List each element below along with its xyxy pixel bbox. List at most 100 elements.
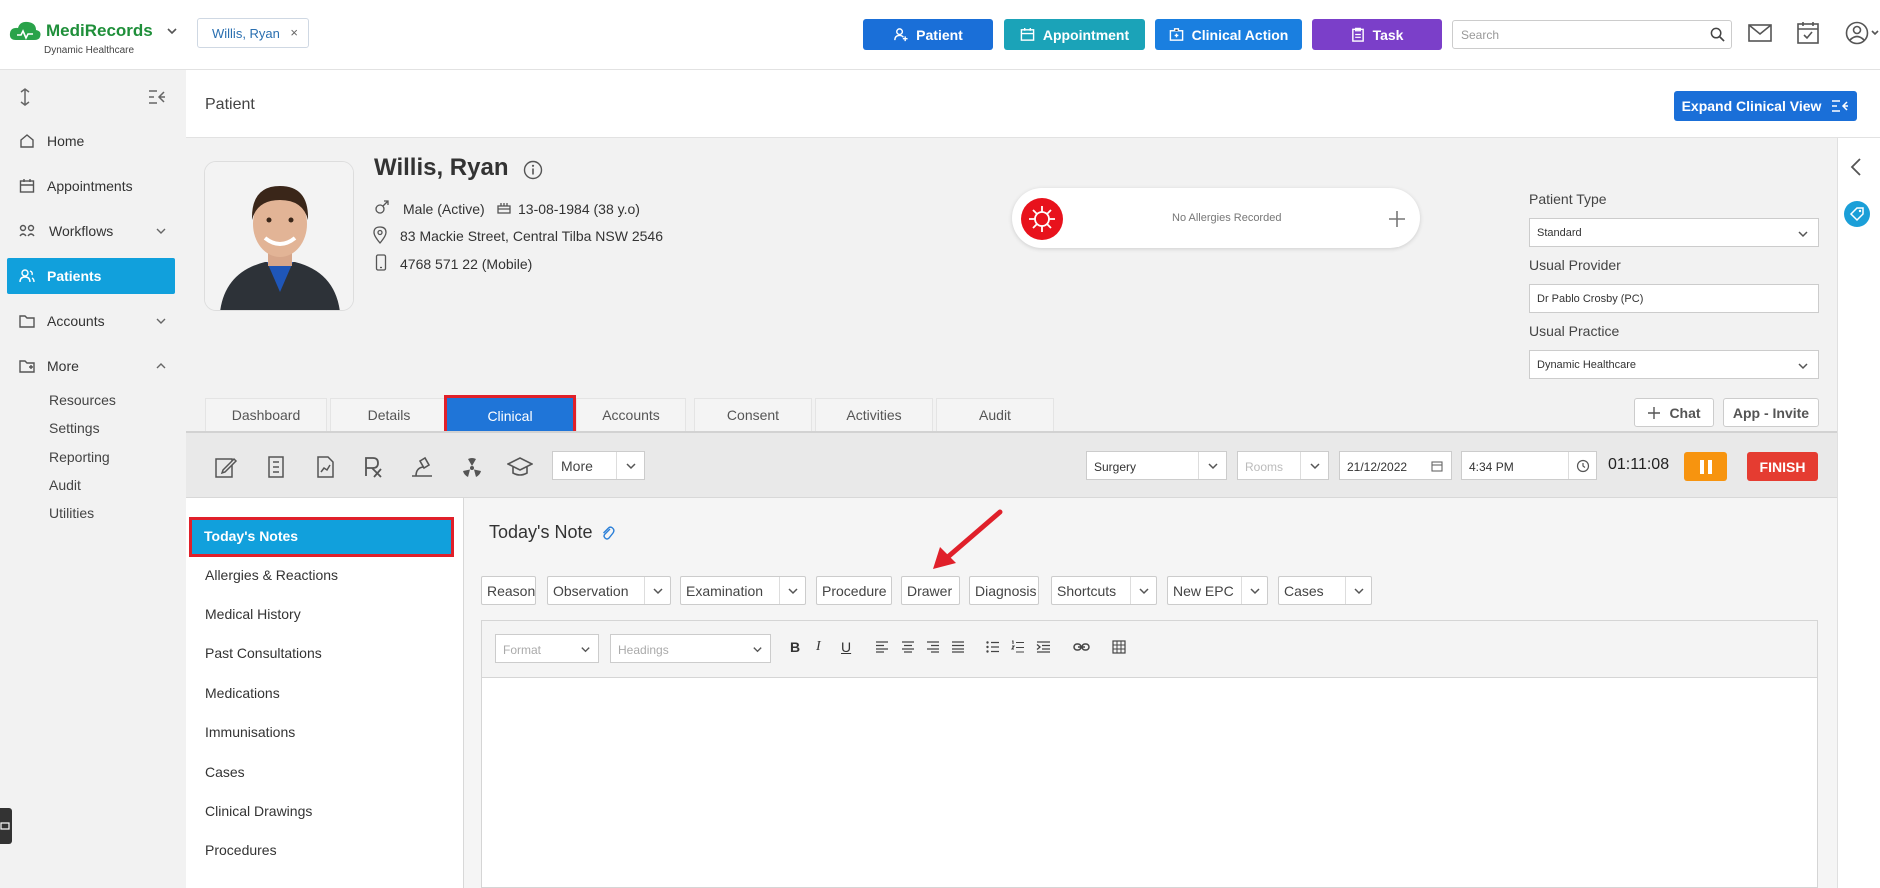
bullet-list-icon[interactable] bbox=[986, 641, 1000, 653]
new-patient-button[interactable]: Patient bbox=[863, 19, 993, 50]
italic-icon[interactable]: I bbox=[816, 639, 821, 655]
microscope-icon[interactable] bbox=[409, 454, 435, 480]
link-icon[interactable] bbox=[1073, 641, 1090, 653]
clinical-menu-item[interactable]: Medications bbox=[205, 685, 280, 701]
tab-audit[interactable]: Audit bbox=[936, 398, 1054, 431]
time-field[interactable]: 4:34 PM bbox=[1461, 451, 1597, 480]
chat-button[interactable]: Chat bbox=[1634, 398, 1714, 427]
sidebar-item-patients[interactable]: Patients bbox=[7, 258, 175, 294]
sidebar-item-appointments[interactable]: Appointments bbox=[7, 168, 175, 204]
tab-consent[interactable]: Consent bbox=[694, 398, 812, 431]
rooms-select[interactable]: Rooms bbox=[1237, 451, 1329, 480]
note-new-epc-dropdown[interactable]: New EPC bbox=[1167, 576, 1268, 605]
note-cases-dropdown[interactable]: Cases bbox=[1278, 576, 1372, 605]
user-account-icon[interactable] bbox=[1845, 21, 1880, 45]
patient-type-select[interactable]: Standard bbox=[1529, 218, 1819, 247]
prescription-icon[interactable] bbox=[361, 454, 387, 480]
sidebar-item-home[interactable]: Home bbox=[7, 123, 175, 159]
side-handle[interactable] bbox=[0, 808, 12, 844]
table-icon[interactable] bbox=[1112, 640, 1126, 654]
sidebar-subitem-resources[interactable]: Resources bbox=[49, 392, 116, 408]
align-justify-icon[interactable] bbox=[951, 641, 965, 653]
add-allergy-icon[interactable] bbox=[1388, 210, 1406, 228]
bold-icon[interactable]: B bbox=[790, 639, 800, 655]
tab-accounts[interactable]: Accounts bbox=[576, 398, 686, 431]
mail-icon[interactable] bbox=[1748, 23, 1772, 43]
patient-chip[interactable]: Willis, Ryan × bbox=[197, 18, 309, 48]
new-task-button[interactable]: Task bbox=[1312, 19, 1442, 50]
radiation-icon[interactable] bbox=[459, 454, 485, 480]
clinical-menu-item[interactable]: Medical History bbox=[205, 606, 301, 622]
sidebar-item-workflows[interactable]: Workflows bbox=[7, 213, 175, 249]
chevron-up-icon bbox=[156, 363, 166, 369]
note-diagnosis-button[interactable]: Diagnosis bbox=[969, 576, 1039, 605]
info-icon[interactable] bbox=[523, 160, 543, 180]
search-icon[interactable] bbox=[1710, 27, 1725, 42]
clinical-menu-item[interactable]: Immunisations bbox=[205, 724, 295, 740]
search-input[interactable]: Search bbox=[1452, 20, 1732, 49]
clinical-menu-item[interactable]: Past Consultations bbox=[205, 645, 322, 661]
expand-clinical-view-button[interactable]: Expand Clinical View bbox=[1674, 91, 1857, 121]
tab-dashboard[interactable]: Dashboard bbox=[205, 398, 327, 431]
education-icon[interactable] bbox=[507, 454, 533, 480]
collapse-sidebar-icon[interactable] bbox=[148, 89, 166, 105]
note-drawer-button[interactable]: Drawer bbox=[901, 576, 960, 605]
sidebar-subitem-audit[interactable]: Audit bbox=[49, 477, 81, 493]
tab-activities[interactable]: Activities bbox=[815, 398, 933, 431]
app-invite-button[interactable]: App - Invite bbox=[1723, 398, 1819, 427]
chevron-down-icon bbox=[652, 587, 663, 594]
calendar-icon[interactable] bbox=[1431, 460, 1443, 472]
clinical-menu-item[interactable]: Allergies & Reactions bbox=[205, 567, 338, 583]
date-field[interactable]: 21/12/2022 bbox=[1339, 451, 1452, 480]
note-procedure-button[interactable]: Procedure bbox=[816, 576, 892, 605]
finish-button[interactable]: FINISH bbox=[1747, 452, 1818, 481]
underline-icon[interactable]: U bbox=[841, 639, 851, 655]
clinical-menu-item[interactable]: Cases bbox=[205, 764, 245, 780]
note-observation-dropdown[interactable]: Observation bbox=[547, 576, 671, 605]
lab-report-icon[interactable] bbox=[263, 454, 289, 480]
expand-icon bbox=[1832, 100, 1849, 112]
location-select[interactable]: Surgery bbox=[1086, 451, 1227, 480]
chevron-down-icon[interactable] bbox=[165, 24, 179, 38]
paperclip-icon[interactable] bbox=[601, 525, 615, 541]
sidebar-subitem-utilities[interactable]: Utilities bbox=[49, 505, 94, 521]
close-icon[interactable]: × bbox=[290, 25, 298, 40]
expand-button-label: Expand Clinical View bbox=[1681, 98, 1822, 114]
usual-provider-field[interactable]: Dr Pablo Crosby (PC) bbox=[1529, 284, 1819, 313]
align-center-icon[interactable] bbox=[901, 641, 915, 653]
sidebar-item-more[interactable]: More bbox=[7, 348, 175, 384]
logo[interactable]: MediRecords Dynamic Healthcare bbox=[8, 20, 179, 56]
clinical-menu-item[interactable]: Procedures bbox=[205, 842, 277, 858]
indent-icon[interactable] bbox=[1036, 641, 1051, 653]
sidebar-subitem-reporting[interactable]: Reporting bbox=[49, 449, 110, 465]
sidebar-subitem-settings[interactable]: Settings bbox=[49, 420, 100, 436]
patient-name: Willis, Ryan bbox=[374, 154, 508, 182]
chevron-left-icon[interactable] bbox=[1849, 157, 1863, 177]
vertical-resize-icon[interactable] bbox=[18, 88, 32, 106]
format-select[interactable]: Format bbox=[495, 634, 599, 663]
tag-icon[interactable] bbox=[1843, 200, 1871, 228]
headings-select[interactable]: Headings bbox=[610, 634, 771, 663]
usual-practice-select[interactable]: Dynamic Healthcare bbox=[1529, 350, 1819, 379]
more-tools-dropdown[interactable]: More bbox=[552, 451, 645, 480]
users-icon bbox=[19, 269, 35, 283]
clinical-action-button[interactable]: Clinical Action bbox=[1155, 19, 1302, 50]
calendar-check-icon[interactable] bbox=[1797, 21, 1819, 44]
clock-icon[interactable] bbox=[1576, 459, 1590, 473]
align-right-icon[interactable] bbox=[926, 641, 940, 653]
folder-icon bbox=[19, 315, 35, 328]
note-shortcuts-dropdown[interactable]: Shortcuts bbox=[1051, 576, 1157, 605]
align-left-icon[interactable] bbox=[875, 641, 889, 653]
new-appointment-button[interactable]: Appointment bbox=[1004, 19, 1145, 50]
clinical-menu-item[interactable]: Clinical Drawings bbox=[205, 803, 312, 819]
pause-button[interactable] bbox=[1684, 452, 1727, 481]
chart-document-icon[interactable] bbox=[312, 454, 338, 480]
tab-details[interactable]: Details bbox=[330, 398, 448, 431]
sidebar-item-accounts[interactable]: Accounts bbox=[7, 303, 175, 339]
numbered-list-icon[interactable] bbox=[1011, 640, 1025, 654]
note-examination-dropdown[interactable]: Examination bbox=[680, 576, 806, 605]
note-reason-button[interactable]: Reason bbox=[481, 576, 536, 605]
clinical-menu-todays-notes[interactable]: Today's Notes bbox=[189, 517, 454, 557]
tab-clinical[interactable]: Clinical bbox=[444, 395, 576, 436]
edit-note-icon[interactable] bbox=[213, 454, 239, 480]
